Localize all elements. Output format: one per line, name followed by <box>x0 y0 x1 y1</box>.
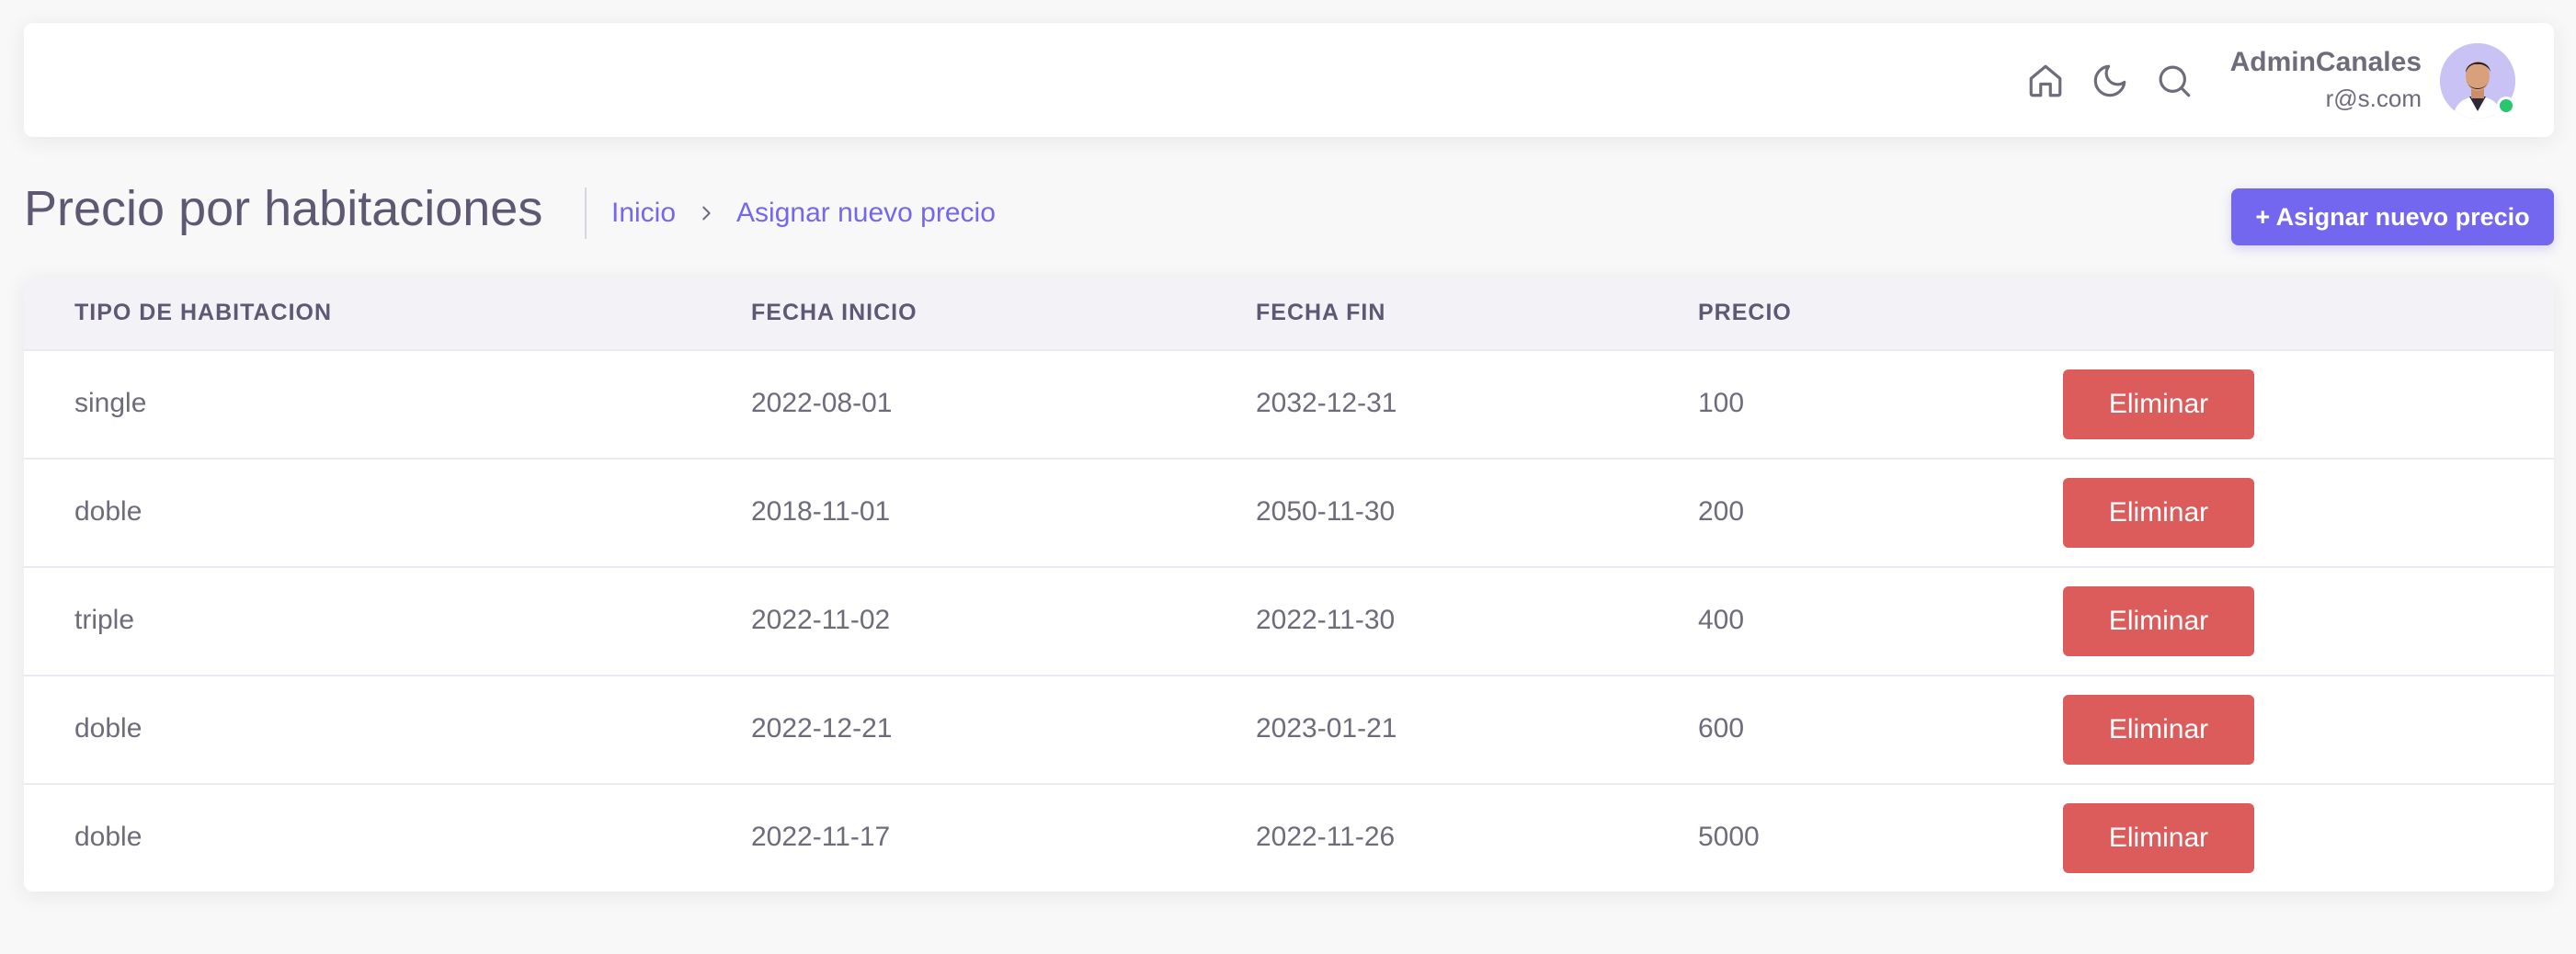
cell-precio: 5000 <box>1698 822 1760 852</box>
cell-tipo: doble <box>74 496 142 527</box>
user-email: r@s.com <box>2325 85 2422 112</box>
delete-button[interactable]: Eliminar <box>2063 586 2254 656</box>
delete-button[interactable]: Eliminar <box>2063 695 2254 765</box>
cell-inicio: 2022-11-17 <box>751 822 891 852</box>
table-row: doble 2018-11-01 2050-11-30 200 Eliminar <box>24 458 2554 566</box>
header-precio[interactable]: PRECIO <box>1698 300 1792 326</box>
cell-fin: 2032-12-31 <box>1256 388 1397 418</box>
table-row: single 2022-08-01 2032-12-31 100 Elimina… <box>24 349 2554 458</box>
page-title: Precio por habitaciones <box>24 181 543 236</box>
delete-button[interactable]: Eliminar <box>2063 478 2254 548</box>
cell-inicio: 2018-11-01 <box>751 496 891 527</box>
cell-precio: 600 <box>1698 713 1745 744</box>
moon-icon[interactable] <box>2089 60 2131 102</box>
search-icon[interactable] <box>2153 60 2195 102</box>
chevron-right-icon <box>696 203 716 223</box>
cell-precio: 200 <box>1698 496 1745 527</box>
top-navbar: AdminCanales r@s.com <box>24 23 2554 137</box>
cell-fin: 2022-11-26 <box>1256 822 1396 852</box>
breadcrumb-inicio[interactable]: Inicio <box>611 198 676 229</box>
table-header: TIPO DE HABITACION FECHA INICIO FECHA FI… <box>24 278 2554 349</box>
table-row: doble 2022-12-21 2023-01-21 600 Eliminar <box>24 675 2554 783</box>
cell-inicio: 2022-12-21 <box>751 713 893 744</box>
cell-tipo: doble <box>74 822 142 852</box>
cell-inicio: 2022-11-02 <box>751 605 891 635</box>
delete-button[interactable]: Eliminar <box>2063 803 2254 873</box>
online-status-dot <box>2497 97 2515 115</box>
cell-precio: 100 <box>1698 388 1745 418</box>
cell-precio: 400 <box>1698 605 1745 635</box>
home-icon[interactable] <box>2024 60 2067 102</box>
cell-tipo: triple <box>74 605 135 635</box>
avatar[interactable] <box>2440 43 2515 119</box>
cell-inicio: 2022-08-01 <box>751 388 893 418</box>
user-name[interactable]: AdminCanales <box>2230 47 2422 78</box>
table-row: doble 2022-11-17 2022-11-26 5000 Elimina… <box>24 783 2554 892</box>
cell-fin: 2050-11-30 <box>1256 496 1396 527</box>
cell-fin: 2023-01-21 <box>1256 713 1397 744</box>
add-price-button[interactable]: + Asignar nuevo precio <box>2231 188 2554 245</box>
cell-fin: 2022-11-30 <box>1256 605 1396 635</box>
header-inicio[interactable]: FECHA INICIO <box>751 300 918 326</box>
header-fin[interactable]: FECHA FIN <box>1256 300 1385 326</box>
breadcrumb-current[interactable]: Asignar nuevo precio <box>736 198 996 229</box>
cell-tipo: single <box>74 388 147 418</box>
cell-tipo: doble <box>74 713 142 744</box>
table-row: triple 2022-11-02 2022-11-30 400 Elimina… <box>24 566 2554 675</box>
delete-button[interactable]: Eliminar <box>2063 369 2254 439</box>
header-tipo[interactable]: TIPO DE HABITACION <box>74 300 332 326</box>
price-table: TIPO DE HABITACION FECHA INICIO FECHA FI… <box>24 278 2554 892</box>
breadcrumb: Inicio Asignar nuevo precio <box>611 198 996 229</box>
title-divider <box>585 187 587 239</box>
